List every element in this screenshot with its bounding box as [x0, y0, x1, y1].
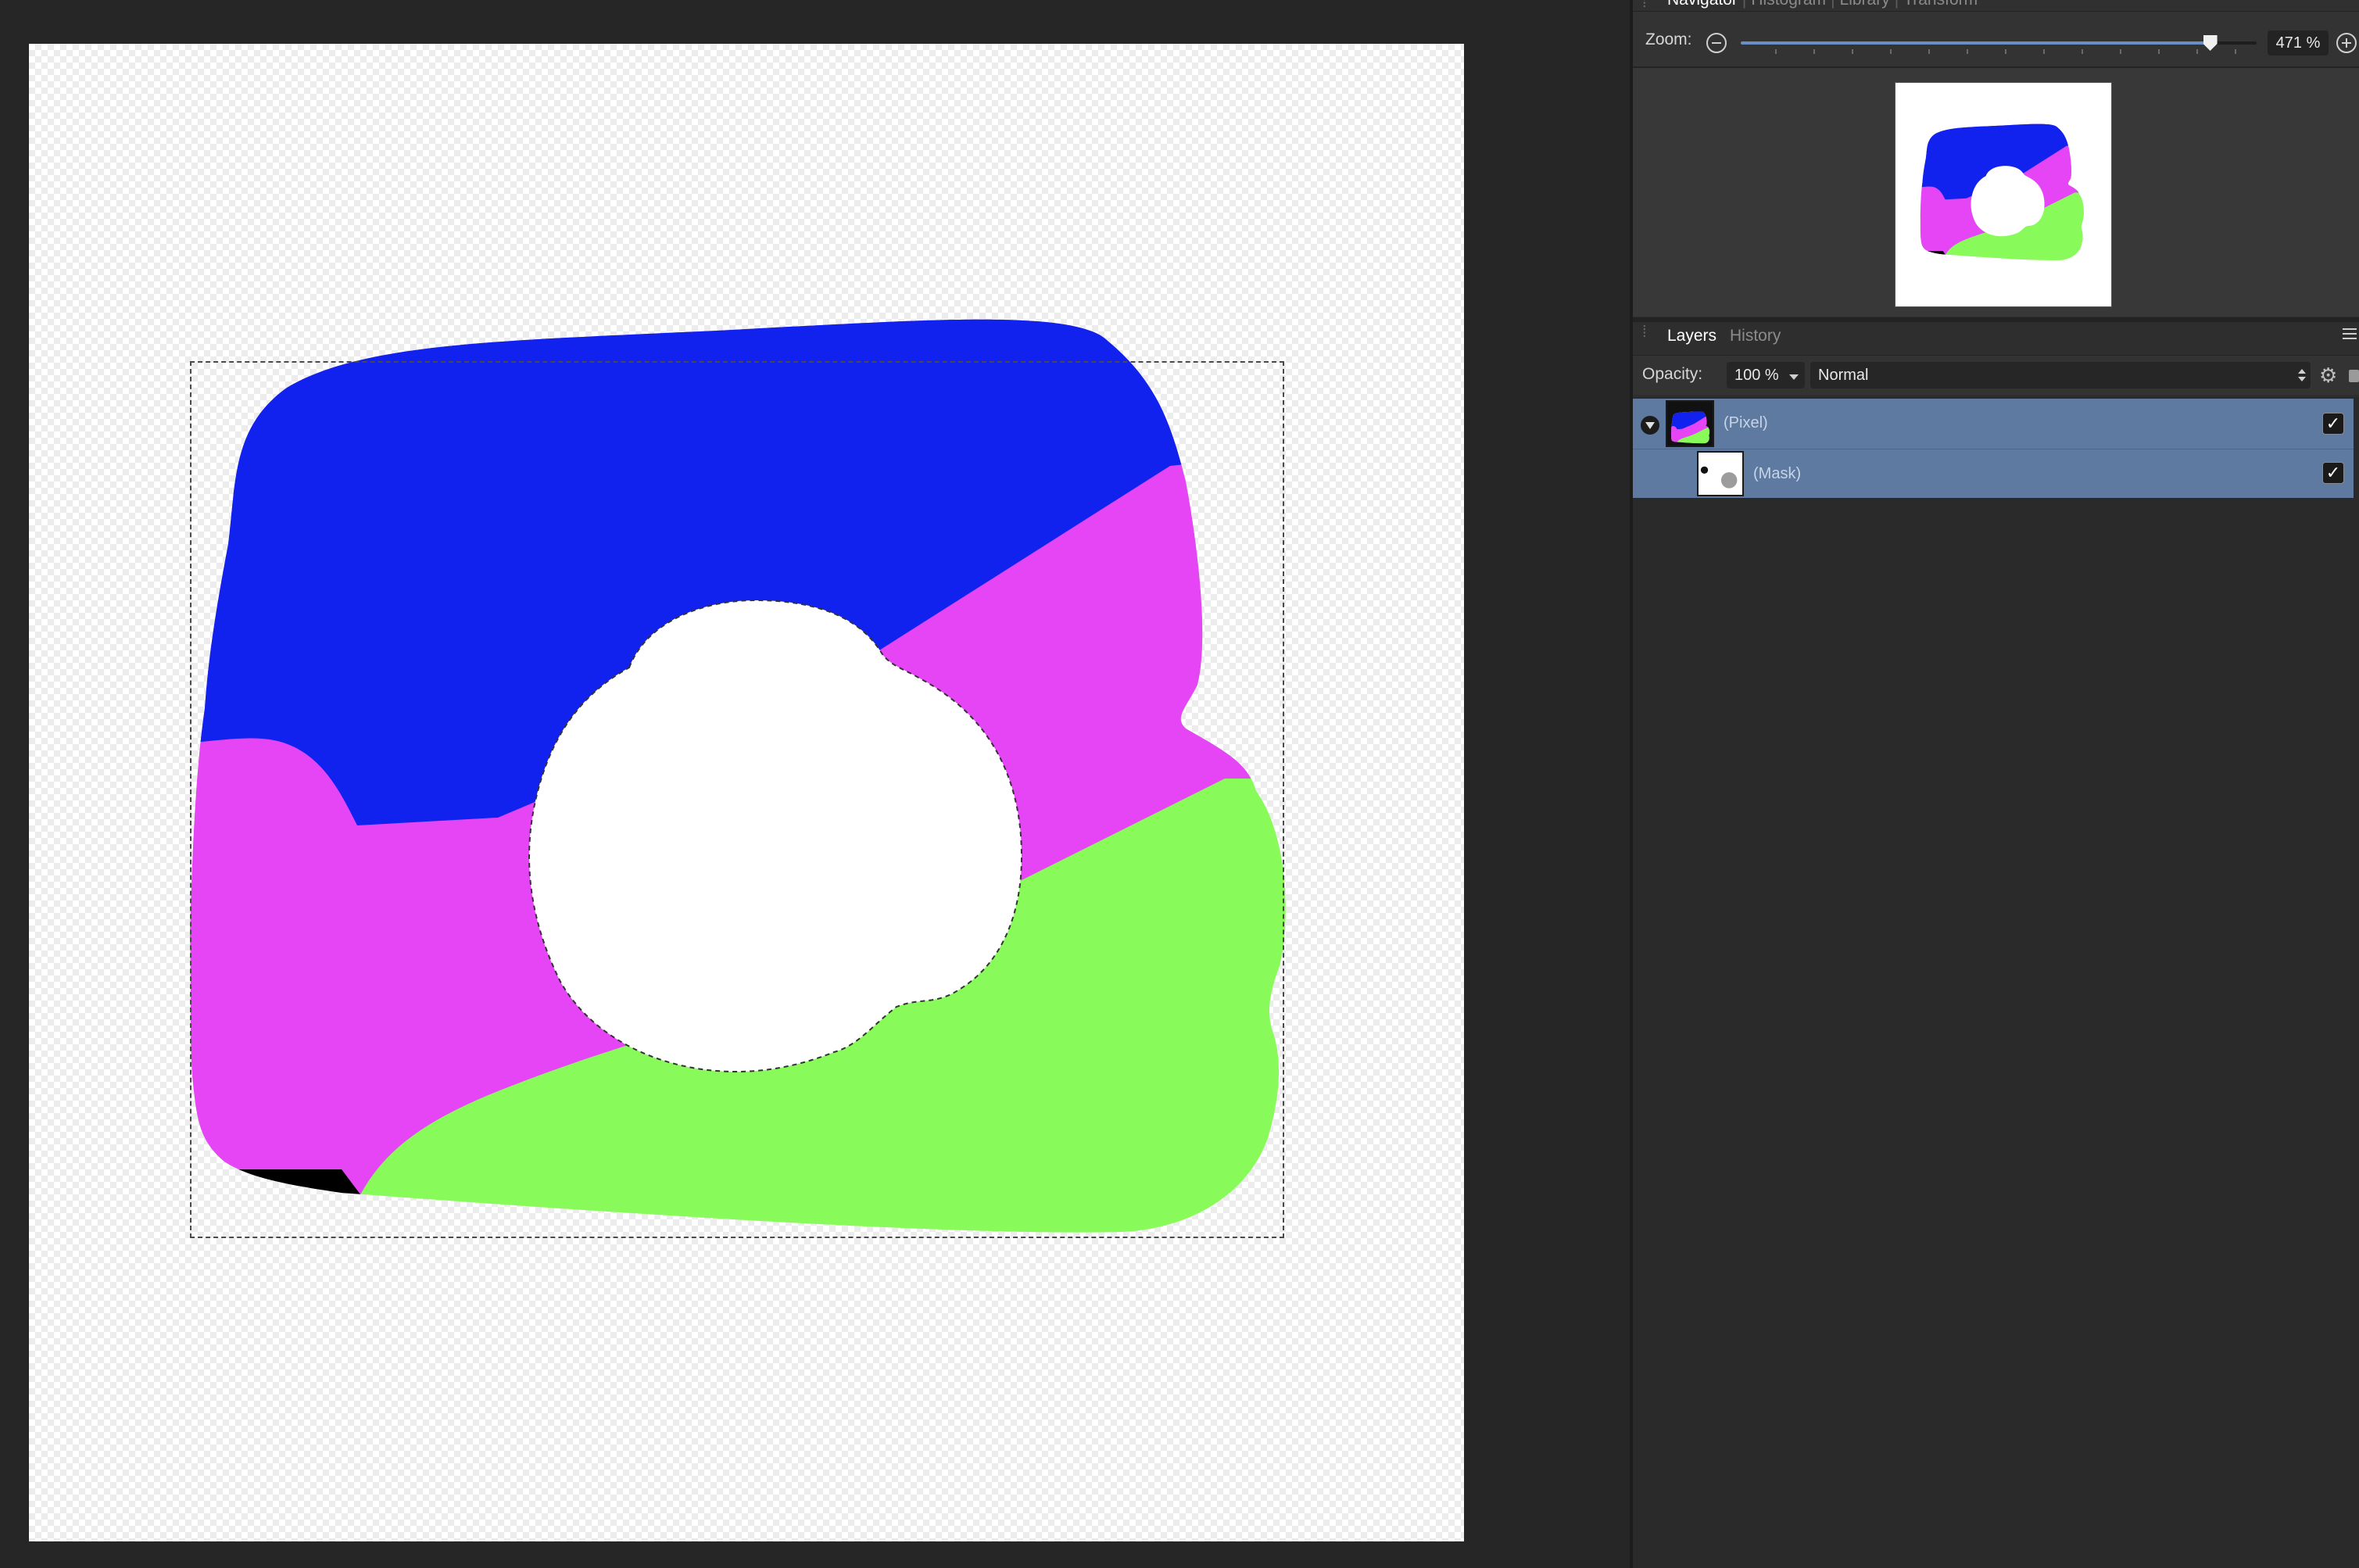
tab-history[interactable]: History [1730, 327, 1781, 345]
layer-name-mask[interactable]: (Mask) [1753, 465, 1801, 483]
zoom-in-button[interactable] [2336, 33, 2357, 53]
lock-icon[interactable] [2349, 370, 2359, 382]
checkmark-icon[interactable]: ✓ [2322, 413, 2344, 435]
gear-icon[interactable]: ⚙ [2319, 365, 2338, 385]
pixel-thumbnail-artwork [1669, 402, 1711, 446]
zoom-out-button[interactable] [1706, 33, 1727, 53]
zoom-slider-tick [2196, 49, 2198, 54]
chevron-down-icon[interactable] [1789, 374, 1799, 380]
zoom-slider-tick [2158, 49, 2160, 54]
tab-navigator[interactable]: Navigator [1667, 0, 1738, 9]
zoom-control-row: Zoom: 471 % [1633, 12, 2359, 68]
checkmark-icon[interactable]: ✓ [2322, 462, 2344, 484]
panel-grip-icon[interactable]: ⁞ [1642, 324, 1650, 340]
blend-mode-select[interactable]: Normal [1810, 362, 2311, 388]
tab-layers[interactable]: Layers [1667, 327, 1716, 345]
zoom-slider-tick [1775, 49, 1777, 54]
mask-layer-thumbnail [1697, 451, 1744, 496]
zoom-slider-tick [1852, 49, 1853, 54]
zoom-slider-tick [2005, 49, 2006, 54]
zoom-slider-tick [1967, 49, 1968, 54]
layer-name-pixel[interactable]: (Pixel) [1724, 414, 1768, 432]
opacity-label: Opacity: [1642, 365, 1703, 383]
zoom-slider-tick [2235, 49, 2236, 54]
zoom-label: Zoom: [1645, 30, 1692, 48]
zoom-slider-fill [1741, 41, 2210, 45]
hamburger-icon[interactable] [2343, 328, 2357, 341]
zoom-slider-handle[interactable] [2203, 35, 2218, 51]
zoom-slider-tick [1890, 49, 1892, 54]
layers-tab-bar: ⁞ Layers History [1633, 322, 2359, 353]
navigator-tab-bar: ⁞ Navigator|Histogram|Library|Transform [1633, 0, 2359, 12]
document-canvas[interactable] [29, 44, 1464, 1541]
mask-thumbnail-artwork [1699, 453, 1742, 495]
zoom-slider-tick [2043, 49, 2045, 54]
layers-list[interactable]: (Pixel) ✓ (Mask) ✓ [1633, 397, 2359, 1568]
tab-transform[interactable]: Transform [1903, 0, 1978, 9]
zoom-slider-tick [1928, 49, 1930, 54]
zoom-value-field[interactable]: 471 % [2268, 30, 2329, 55]
navigator-preview-artwork [1920, 124, 2084, 260]
zoom-slider-tick [2082, 49, 2083, 54]
navigator-body [1633, 68, 2359, 317]
selection-marquee[interactable] [190, 361, 1284, 1238]
layer-row-mask[interactable]: (Mask) ✓ [1633, 449, 2354, 498]
zoom-slider-tick [1813, 49, 1815, 54]
tab-histogram[interactable]: Histogram [1751, 0, 1826, 9]
disclosure-triangle-icon[interactable] [1641, 416, 1659, 435]
minus-circle-icon [1712, 42, 1721, 44]
canvas-area[interactable] [0, 0, 1630, 1568]
stepper-arrows-icon [2298, 362, 2306, 388]
layer-options-row: Opacity: 100 % Normal ⚙ [1633, 355, 2359, 395]
zoom-slider-tick [2120, 49, 2121, 54]
layer-row-pixel[interactable]: (Pixel) ✓ [1633, 399, 2354, 449]
pixel-layer-thumbnail [1666, 400, 1714, 447]
navigator-preview[interactable] [1895, 82, 2112, 307]
panel-grip-icon[interactable]: ⁞ [1642, 0, 1650, 10]
studio-panel: ⁞ Navigator|Histogram|Library|Transform … [1633, 0, 2359, 1568]
blend-mode-value: Normal [1818, 367, 1869, 384]
tab-library[interactable]: Library [1840, 0, 1890, 9]
zoom-slider[interactable] [1741, 32, 2275, 55]
